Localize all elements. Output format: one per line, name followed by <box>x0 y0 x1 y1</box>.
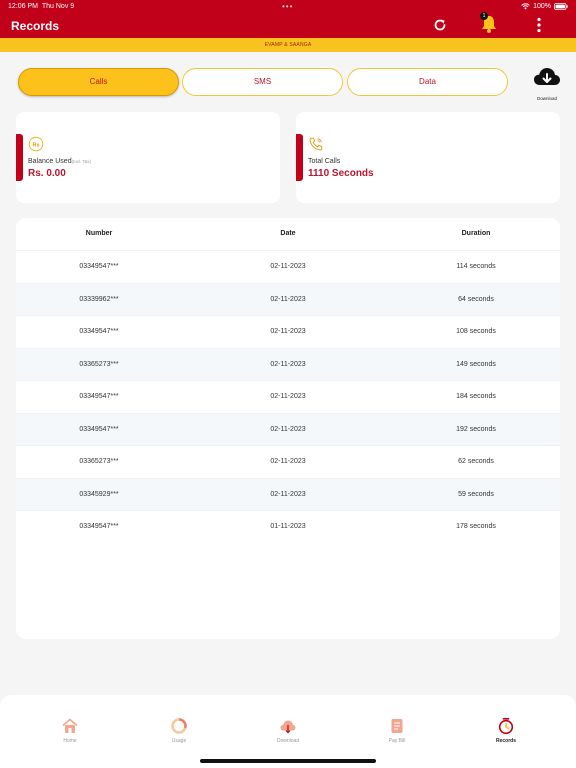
battery-icon <box>554 3 568 10</box>
cell-number: 03365273*** <box>79 458 119 465</box>
records-table: Number Date Duration 03349547*** 02-11-20… <box>16 218 560 639</box>
table-row: 03365273*** 02-11-2023 62 seconds <box>16 445 560 478</box>
status-time: 12:06 PM Thu Nov 9 <box>8 3 75 10</box>
multitask-dots[interactable]: ••• <box>282 2 293 11</box>
cell-number: 03349547*** <box>79 425 119 433</box>
notification-badge: 1 <box>480 12 488 20</box>
page-title: Records <box>11 19 60 33</box>
table-row: 03349547*** 02-11-2023 114 seconds <box>16 250 560 283</box>
wifi-icon <box>521 3 530 10</box>
more-options-icon[interactable] <box>531 17 547 33</box>
table-row: 03349547*** 02-11-2023 184 seconds <box>16 380 560 413</box>
home-indicator[interactable] <box>200 759 376 763</box>
svg-text:Rs: Rs <box>32 142 39 148</box>
battery-percent: 100% <box>533 3 551 10</box>
table-row: 03349547*** 02-11-2023 108 seconds <box>16 315 560 348</box>
home-icon <box>62 718 78 733</box>
cell-duration: 62 seconds <box>458 458 494 465</box>
cell-date: 02-11-2023 <box>270 328 306 335</box>
cell-date: 01-11-2023 <box>270 523 306 530</box>
balance-used-value: Rs. 0.00 <box>28 168 66 179</box>
cell-date: 02-11-2023 <box>270 263 306 270</box>
col-header-date: Date <box>280 230 296 237</box>
table-row: 03345929*** 02-11-2023 59 seconds <box>16 477 560 510</box>
cell-date: 02-11-2023 <box>270 458 306 465</box>
brand-strip: EVAMP & SAANGA <box>0 38 576 52</box>
balance-used-label: Balance Used(Incl. Tax) <box>28 158 92 165</box>
cell-duration: 64 seconds <box>458 295 494 303</box>
cell-number: 03365273*** <box>79 360 119 368</box>
download-button[interactable]: Download <box>530 66 564 101</box>
col-header-number: Number <box>85 230 113 237</box>
cell-number: 03339962*** <box>79 295 119 303</box>
tab-sms[interactable]: SMS <box>182 68 343 96</box>
table-row: 03365273*** 02-11-2023 149 seconds <box>16 347 560 380</box>
table-row: 03349547*** 01-11-2023 178 seconds <box>16 510 560 543</box>
cloud-download-icon <box>534 68 560 85</box>
bottom-nav: Home Usage Download Pay Bill Records <box>0 695 576 768</box>
balance-used-card: Rs Balance Used(Incl. Tax) Rs. 0.00 <box>16 112 280 203</box>
cell-duration: 108 seconds <box>456 328 496 335</box>
nav-home[interactable]: Home <box>40 717 100 744</box>
card-accent <box>16 134 23 181</box>
cell-date: 02-11-2023 <box>270 295 306 303</box>
nav-download[interactable]: Download <box>258 717 318 744</box>
table-row: 03339962*** 02-11-2023 64 seconds <box>16 282 560 315</box>
rupee-icon: Rs <box>28 136 44 152</box>
top-bar: 12:06 PM Thu Nov 9 ••• 100% Records 1 <box>0 0 576 38</box>
cell-date: 02-11-2023 <box>270 425 306 433</box>
records-icon <box>498 718 514 735</box>
total-calls-card: Total Calls 1110 Seconds <box>296 112 560 203</box>
tab-calls[interactable]: Calls <box>18 68 179 96</box>
total-calls-label: Total Calls <box>308 158 341 165</box>
refresh-icon[interactable] <box>432 17 448 33</box>
card-accent <box>296 134 303 181</box>
cell-duration: 114 seconds <box>456 263 496 270</box>
status-right: 100% <box>521 3 568 10</box>
cell-duration: 149 seconds <box>456 360 496 368</box>
cell-date: 02-11-2023 <box>270 360 306 368</box>
tab-data[interactable]: Data <box>347 68 508 96</box>
cell-number: 03349547*** <box>79 328 119 335</box>
phone-icon <box>309 137 323 151</box>
download-label: Download <box>536 96 557 101</box>
nav-pay-bill[interactable]: Pay Bill <box>367 717 427 744</box>
bill-icon <box>391 719 403 733</box>
cell-date: 02-11-2023 <box>270 393 306 400</box>
usage-icon <box>171 718 187 734</box>
cell-duration: 192 seconds <box>456 425 496 433</box>
cell-number: 03349547*** <box>79 393 119 400</box>
cell-number: 03345929*** <box>79 490 119 498</box>
cell-duration: 184 seconds <box>456 393 496 400</box>
cell-duration: 178 seconds <box>456 523 496 530</box>
cloud-download-icon <box>280 720 296 734</box>
table-row: 03349547*** 02-11-2023 192 seconds <box>16 412 560 445</box>
table-header: Number Date Duration <box>16 218 560 250</box>
nav-records[interactable]: Records <box>476 717 536 744</box>
cell-number: 03349547*** <box>79 263 119 270</box>
cell-number: 03349547*** <box>79 523 119 530</box>
cell-duration: 59 seconds <box>458 490 494 498</box>
nav-usage[interactable]: Usage <box>149 717 209 744</box>
col-header-duration: Duration <box>461 230 491 237</box>
cell-date: 02-11-2023 <box>270 490 306 498</box>
total-calls-value: 1110 Seconds <box>308 168 374 179</box>
